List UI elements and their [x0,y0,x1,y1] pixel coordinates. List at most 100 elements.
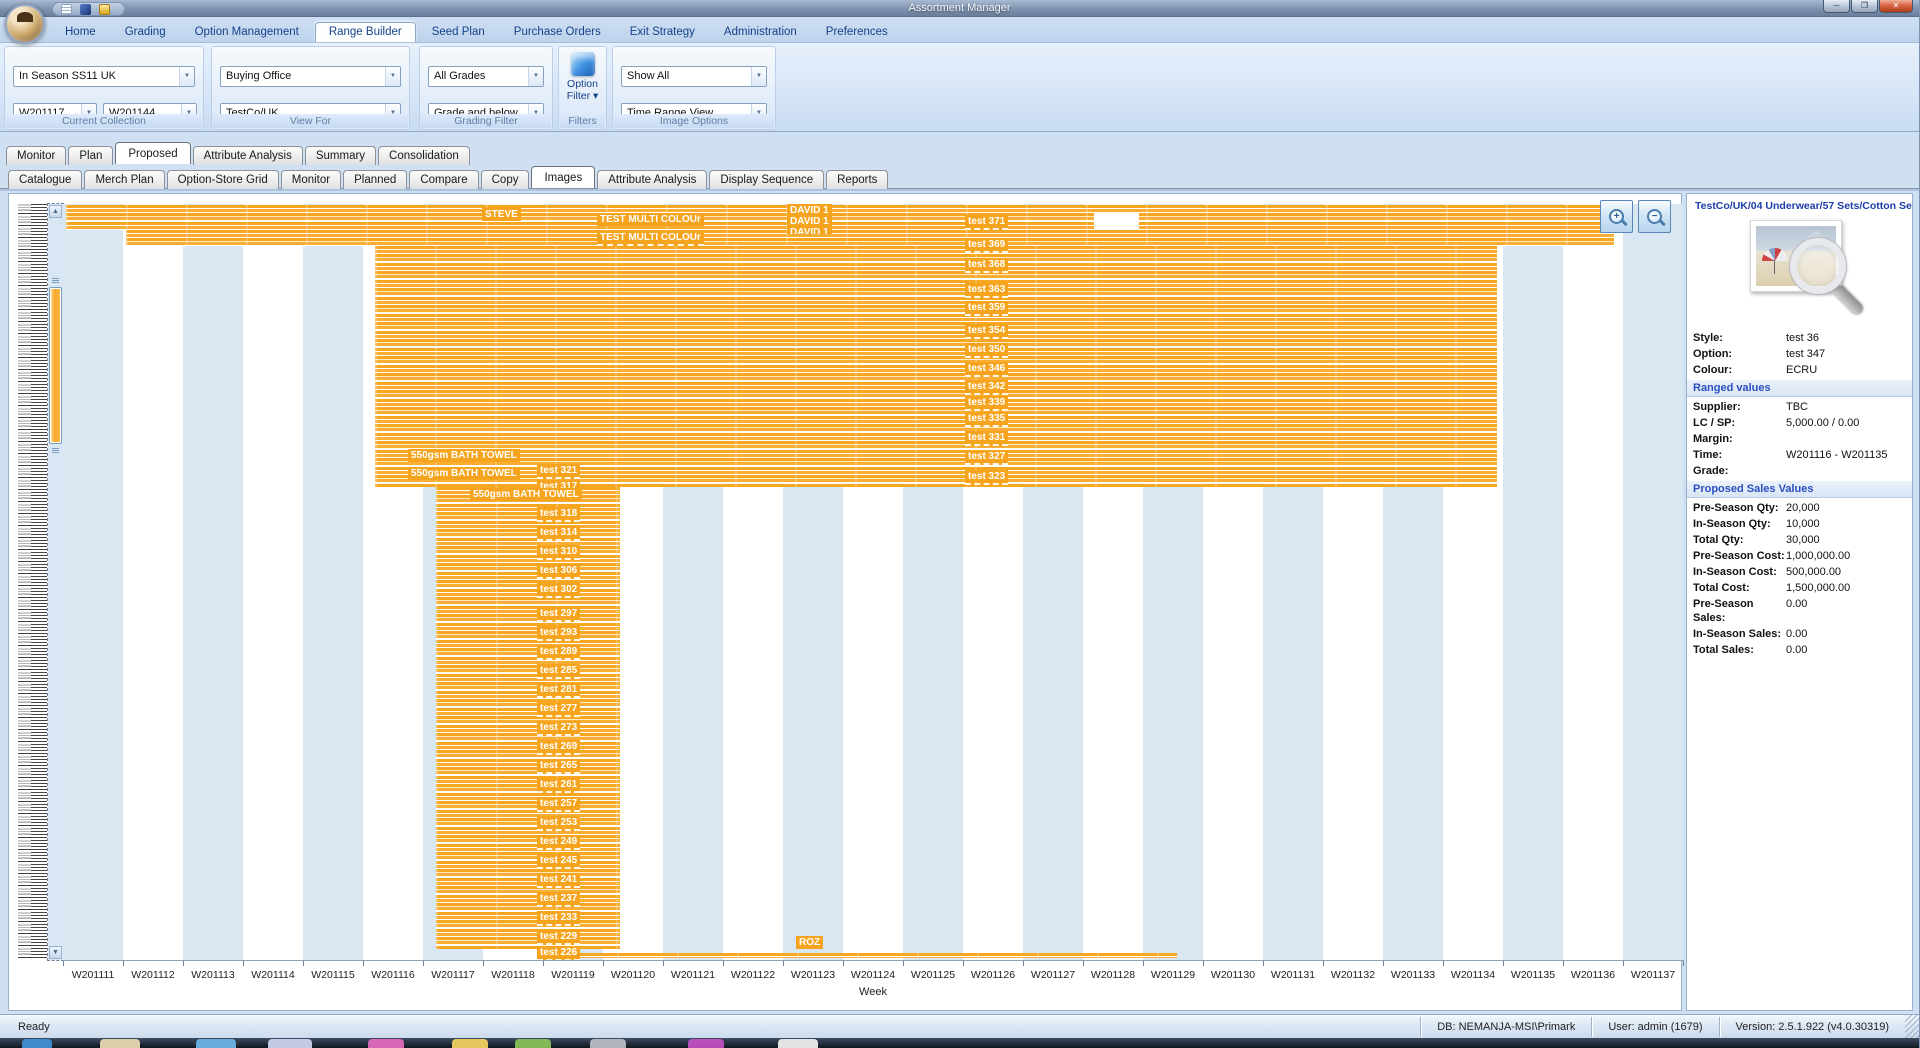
view-tab[interactable]: Planned [343,170,408,189]
range-bar-label[interactable]: test 285 [537,664,581,679]
range-bar-label[interactable]: test 302 [537,583,581,598]
range-bar-label[interactable]: test 335 [965,412,1009,427]
range-bar-label[interactable]: TEST MULTI COLOUr [597,213,704,226]
chevron-down-icon[interactable]: ▼ [751,67,766,86]
season-combobox[interactable]: In Season SS11 UK ▼ [13,66,195,87]
range-bar-label[interactable]: test 318 [537,507,581,522]
taskbar-item[interactable] [268,1039,312,1048]
range-bar-label[interactable]: test 346 [965,362,1009,377]
edit-icon[interactable] [80,3,91,15]
range-bar-block[interactable] [375,246,1497,487]
zoom-out-button[interactable]: − [1638,200,1671,233]
zoom-in-button[interactable]: + [1600,200,1633,233]
range-bar-label[interactable]: test 359 [965,301,1009,316]
module-tab[interactable]: Summary [304,146,377,165]
view-level-combobox[interactable]: Buying Office ▼ [220,66,401,87]
ribbon-tab[interactable]: Option Management [182,23,312,42]
module-tab[interactable]: Plan [68,146,114,165]
module-tab[interactable]: Attribute Analysis [192,146,303,165]
range-bar-label[interactable]: test 314 [537,526,581,541]
taskbar-item[interactable] [100,1039,140,1048]
grades-combobox[interactable]: All Grades ▼ [428,66,544,87]
module-tab[interactable]: Monitor [6,146,67,165]
view-tab[interactable]: Copy [480,170,530,189]
package-icon[interactable] [99,3,110,15]
range-bar-label[interactable]: test 354 [965,324,1009,339]
view-tab[interactable]: Option-Store Grid [166,170,279,189]
range-bar-label[interactable]: test 371 [965,215,1009,230]
range-bar-label[interactable]: test 331 [965,431,1009,446]
taskbar-item[interactable] [452,1039,488,1048]
range-bar-label[interactable]: test 293 [537,626,581,641]
view-tab[interactable]: Catalogue [8,170,83,189]
range-bar-label[interactable]: test 368 [965,258,1009,273]
taskbar-item[interactable] [688,1039,724,1048]
range-bar-label[interactable]: STEVE [482,208,521,221]
range-bar-label[interactable]: test 342 [965,380,1009,395]
range-bar-label[interactable]: test 229 [537,930,581,945]
range-bar-block[interactable] [1094,213,1139,230]
range-bar-label[interactable]: test 281 [537,683,581,698]
view-tab[interactable]: Reports [826,170,889,189]
range-bar-label[interactable]: test 241 [537,873,581,888]
scroll-up-icon[interactable]: ▲ [49,205,62,218]
range-bar-label[interactable]: test 297 [537,607,581,622]
range-bar-label[interactable]: test 363 [965,283,1009,298]
range-bar-label[interactable]: test 310 [537,545,581,560]
taskbar-item[interactable] [22,1039,52,1048]
ribbon-tab[interactable]: Exit Strategy [617,23,708,42]
ribbon-tab[interactable]: Grading [112,23,179,42]
ribbon-tab[interactable]: Range Builder [314,22,416,42]
range-bar-label[interactable]: test 245 [537,854,581,869]
range-bar-label[interactable]: 550gsm BATH TOWEL [470,488,582,501]
range-bar-label[interactable]: DAVID 1 [787,226,832,234]
option-filter-button[interactable]: Option Filter ▾ [561,50,604,113]
scroll-down-icon[interactable]: ▼ [49,946,62,959]
range-bar-label[interactable]: TEST MULTI COLOUr [597,231,704,246]
taskbar-item[interactable] [196,1039,236,1048]
range-bar-label[interactable]: test 226 [537,946,581,960]
range-bar-label[interactable]: test 273 [537,721,581,736]
range-bar-label[interactable]: 550gsm BATH TOWEL [408,467,520,480]
range-bar-block[interactable] [126,230,1614,246]
range-bar-label[interactable]: test 323 [965,470,1009,485]
chevron-down-icon[interactable]: ▼ [385,67,400,86]
maximize-button[interactable]: ❐ [1851,0,1878,13]
scrollbar-thumb[interactable] [49,278,62,453]
ribbon-tab[interactable]: Home [52,23,109,42]
module-tab[interactable]: Proposed [115,142,191,164]
view-tab[interactable]: Attribute Analysis [597,170,708,189]
range-bar-label[interactable]: ROZ [796,936,824,949]
taskbar-item[interactable] [368,1039,404,1048]
range-bar-label[interactable]: test 261 [537,778,581,793]
range-bar-block[interactable] [66,205,1614,230]
ribbon-tab[interactable]: Preferences [813,23,901,42]
ribbon-tab[interactable]: Seed Plan [419,23,498,42]
range-bar-label[interactable]: test 257 [537,797,581,812]
view-tab[interactable]: Display Sequence [709,170,825,189]
range-bar-label[interactable]: test 327 [965,450,1009,465]
chevron-down-icon[interactable]: ▼ [528,67,543,86]
image-placeholder[interactable] [1749,220,1865,320]
range-bar-label[interactable]: test 321 [537,464,581,479]
range-bar-label[interactable]: test 269 [537,740,581,755]
range-bar-label[interactable]: test 277 [537,702,581,717]
range-bar-label[interactable]: test 306 [537,564,581,579]
range-bar-label[interactable]: test 249 [537,835,581,850]
module-tab[interactable]: Consolidation [378,146,470,165]
range-bar-block[interactable] [436,487,620,949]
taskbar-item[interactable] [515,1039,551,1048]
notes-icon[interactable] [61,3,72,15]
taskbar-item[interactable] [590,1039,626,1048]
range-bar-label[interactable]: test 265 [537,759,581,774]
view-tab[interactable]: Compare [409,170,479,189]
range-bar-label[interactable]: test 253 [537,816,581,831]
ribbon-tab[interactable]: Administration [711,23,810,42]
range-bar-label[interactable]: test 317 [537,480,581,488]
range-bar-label[interactable]: 550gsm BATH TOWEL [408,449,520,462]
minimize-button[interactable]: ─ [1823,0,1850,13]
range-bar-label[interactable]: test 237 [537,892,581,907]
view-tab[interactable]: Images [531,166,596,188]
chevron-down-icon[interactable]: ▼ [179,67,194,86]
range-bar-label[interactable]: test 233 [537,911,581,926]
